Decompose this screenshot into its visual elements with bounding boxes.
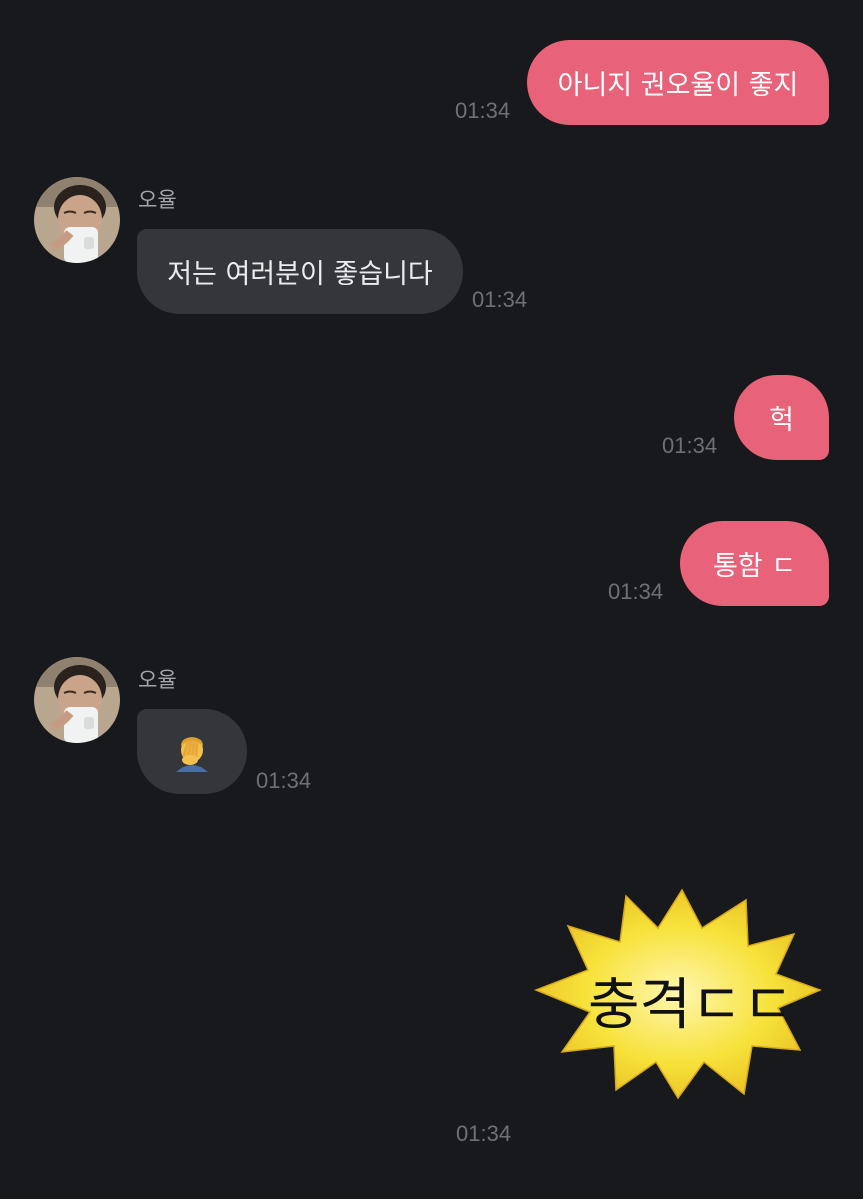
sender-name: 오율 [138,668,177,692]
shock-sticker[interactable]: 충격ㄷㄷ [532,886,824,1100]
message-timestamp: 01:34 [455,98,511,123]
sender-avatar[interactable] [34,177,120,263]
outgoing-message-bubble[interactable]: 헉 [734,375,829,460]
avatar-photo [34,657,120,743]
incoming-message-bubble[interactable]: 저는 여러분이 좋습니다 [137,229,463,314]
message-timestamp: 01:34 [662,433,718,458]
message-text: 저는 여러분이 좋습니다 [167,259,433,290]
sticker-text: 충격ㄷㄷ [588,973,795,1038]
message-timestamp: 01:34 [608,579,664,604]
sender-avatar[interactable] [34,657,120,743]
message-timestamp: 01:34 [456,1121,512,1146]
message-timestamp: 01:34 [256,768,312,793]
message-text: 헉 [769,405,794,436]
sender-name: 오율 [138,188,177,212]
message-text: 통함 ㄷ [712,551,797,582]
avatar-photo [34,177,120,263]
message-timestamp: 01:34 [472,287,528,312]
outgoing-message-bubble[interactable]: 아니지 권오율이 좋지 [527,40,829,125]
incoming-message-bubble[interactable] [137,709,247,794]
man-facepalming-emoji [176,736,208,772]
outgoing-message-bubble[interactable]: 통함 ㄷ [680,521,829,606]
message-text: 아니지 권오율이 좋지 [557,70,799,101]
